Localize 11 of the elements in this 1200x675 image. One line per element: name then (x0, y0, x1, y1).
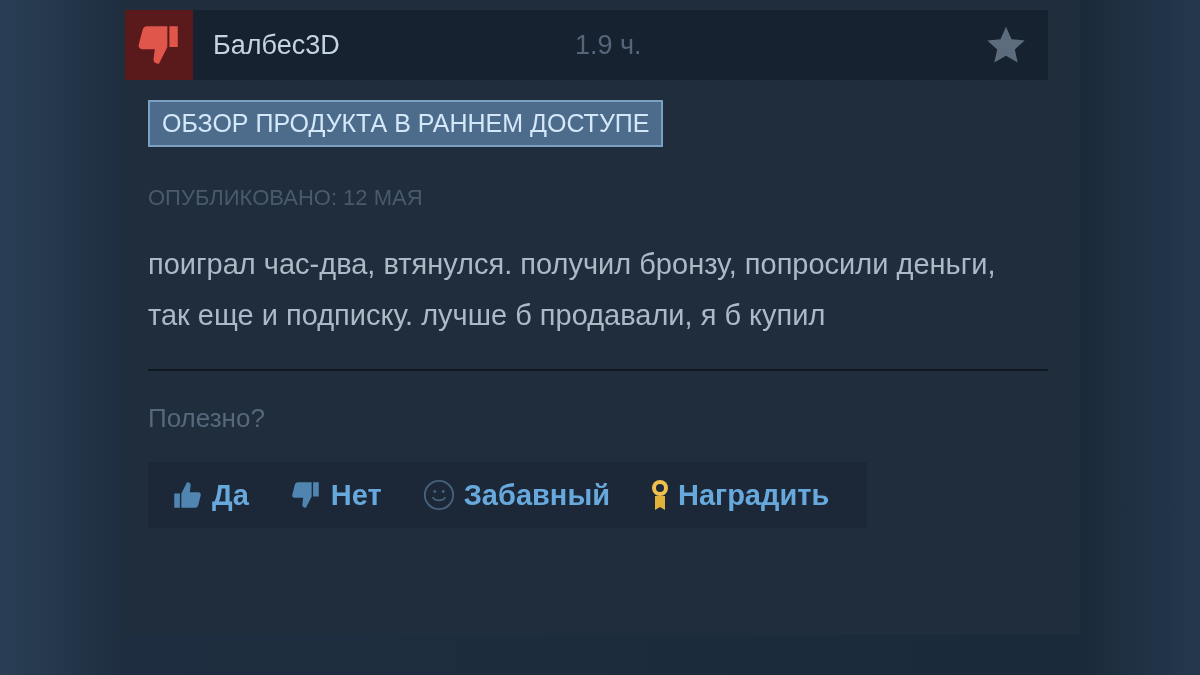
helpful-prompt: Полезно? (148, 403, 266, 434)
early-access-badge: ОБЗОР ПРОДУКТА В РАННЕМ ДОСТУПЕ (148, 100, 664, 147)
award-ribbon-icon (650, 478, 670, 512)
yes-vote-button[interactable]: Да (158, 470, 261, 520)
author-name[interactable]: Балбес3D (213, 29, 575, 61)
award-vote-button[interactable]: Наградить (638, 470, 842, 520)
hours-played: 1.9 ч. (575, 29, 643, 61)
funny-vote-button[interactable]: Забавный (409, 470, 622, 520)
no-vote-button[interactable]: Нет (276, 470, 394, 520)
review-text: поиграл час-два, втянулся. получил бронзу, попросили деньги, так еще и подписку. лучше б продавали, я б купил (148, 247, 997, 333)
smiley-icon (421, 478, 456, 512)
